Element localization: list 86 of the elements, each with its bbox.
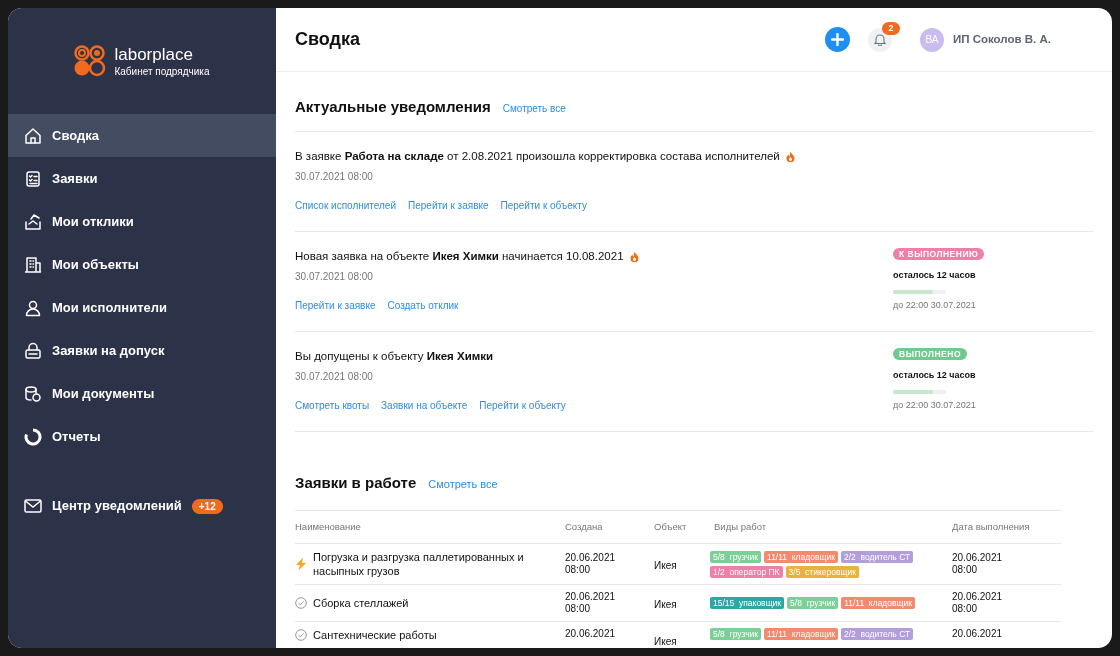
column-header: Объект (654, 520, 687, 532)
work-type-tag: 5/8 грузчик (787, 597, 839, 609)
work-type-tag: 1/2 оператор ПК (710, 565, 783, 578)
reply-icon (24, 212, 42, 231)
pie-chart-icon (24, 427, 42, 446)
progress-bar (893, 390, 946, 394)
action-link[interactable]: Перейти к объекту (479, 397, 566, 413)
action-link[interactable]: Список исполнителей (295, 197, 396, 213)
logo-icon (74, 45, 107, 77)
add-button[interactable] (824, 27, 850, 52)
status-badge: ВЫПОЛНЕНО (893, 347, 967, 360)
checklist-icon (24, 169, 42, 188)
check-circle-icon (295, 597, 307, 609)
building-icon (24, 255, 42, 274)
notification-text: Новая заявка на объекте Икея Химки начинается 10.08.2021 (295, 248, 624, 264)
sidebar-item[interactable]: Мои документы (8, 372, 276, 415)
work-type-tag: 5/8 грузчик (710, 628, 762, 640)
created-date: 20.06.2021 08:00 (565, 591, 617, 615)
check-circle-icon (295, 629, 307, 641)
sidebar-item[interactable]: Заявки (8, 157, 276, 200)
notification-text: Вы допущены к объекту Икея Химки (295, 348, 494, 364)
object-name: Икея (654, 599, 677, 610)
created-date: 20.06.2021 (565, 628, 617, 640)
work-type-tag: 2/2 водитель СТ (840, 550, 914, 563)
time-remaining: осталось 12 часов (893, 268, 976, 282)
notification-time: 30.07.2021 08:00 (295, 369, 374, 384)
mail-icon (24, 499, 42, 513)
work-type-tag: 5/8 грузчик (710, 550, 762, 563)
notification-count: 2 (881, 21, 900, 35)
action-link[interactable]: Перейти к объекту (500, 197, 587, 213)
work-type-tag: 15/15 упаковщик (710, 597, 785, 609)
object-name: Икея (654, 560, 677, 571)
action-link[interactable]: Заявки на объекте (381, 397, 468, 413)
coins-icon (24, 384, 42, 403)
order-name[interactable]: Сборка стеллажей (313, 596, 528, 610)
due-date: 20.06.2021 08:00 (952, 552, 1004, 576)
deadline-text: до 22:00 30.07.2021 (893, 399, 976, 412)
sidebar-item[interactable]: Отчеты (8, 415, 276, 458)
sidebar-item[interactable]: Заявки на допуск (8, 329, 276, 372)
due-date: 20.06.2021 08:00 (952, 591, 1004, 615)
notifications-button[interactable] (867, 27, 892, 52)
column-header: Наименование (295, 520, 361, 532)
progress-bar (893, 290, 946, 294)
due-date: 20.06.2021 (952, 628, 1004, 640)
action-link[interactable]: Перейти к заявке (408, 197, 489, 213)
action-link[interactable]: Создать отклик (387, 297, 459, 313)
plus-icon (830, 33, 844, 46)
work-type-tag: 11/11 кладовщик (841, 597, 916, 609)
see-all-link[interactable]: Смотреть все (428, 475, 498, 492)
deadline-text: до 22:00 30.07.2021 (893, 299, 976, 312)
sidebar-item[interactable]: Мои исполнители (8, 286, 276, 329)
sidebar-item[interactable]: Мои объекты (8, 243, 276, 286)
page-title: Сводка (295, 28, 362, 51)
object-name: Икея (654, 636, 677, 647)
count-badge: +12 (191, 498, 223, 514)
notification-center-link[interactable]: Центр уведомлений (52, 496, 182, 516)
sidebar-item[interactable]: Мои отклики (8, 200, 276, 243)
notification-time: 30.07.2021 08:00 (295, 269, 374, 284)
section-title: Заявки в работе (295, 472, 417, 493)
lightning-icon (295, 557, 307, 571)
logo-text: laborplace (114, 44, 194, 65)
column-header: Создана (565, 520, 603, 532)
logo-subtitle: Кабинет подрядчика (114, 64, 210, 78)
order-name[interactable]: Сантехнические работы (313, 628, 528, 642)
order-name[interactable]: Погрузка и разгрузка паллетированных и насыпных грузов (313, 550, 528, 578)
action-link[interactable]: Смотреть квоты (295, 397, 370, 413)
work-type-tag: 11/11 кладовщик (764, 550, 838, 563)
time-remaining: осталось 12 часов (893, 368, 976, 382)
lock-icon (24, 341, 42, 360)
created-date: 20.06.2021 08:00 (565, 552, 617, 576)
see-all-link[interactable]: Смотреть все (502, 101, 566, 116)
person-icon (24, 298, 42, 317)
column-header: Дата выполнения (952, 520, 1030, 532)
section-title: Актуальные уведомления (295, 97, 491, 117)
sidebar-item[interactable]: Сводка (8, 114, 276, 157)
bell-icon (873, 33, 886, 46)
work-type-tag: 11/11 кладовщик (764, 628, 838, 640)
notification-text: В заявке Работа на складе от 2.08.2021 произошла корректировка состава исполнителей (295, 148, 780, 164)
work-type-tag: 3/5 стикеровщик (785, 565, 859, 578)
user-name[interactable]: ИП Соколов В. А. (952, 30, 1051, 49)
status-badge: К ВЫПОЛНЕНИЮ (893, 247, 985, 260)
notification-time: 30.07.2021 08:00 (295, 169, 374, 184)
column-header: Виды работ (714, 520, 767, 532)
action-link[interactable]: Перейти к заявке (295, 297, 376, 313)
work-type-tag: 2/2 водитель СТ (840, 628, 914, 640)
home-icon (24, 126, 42, 145)
